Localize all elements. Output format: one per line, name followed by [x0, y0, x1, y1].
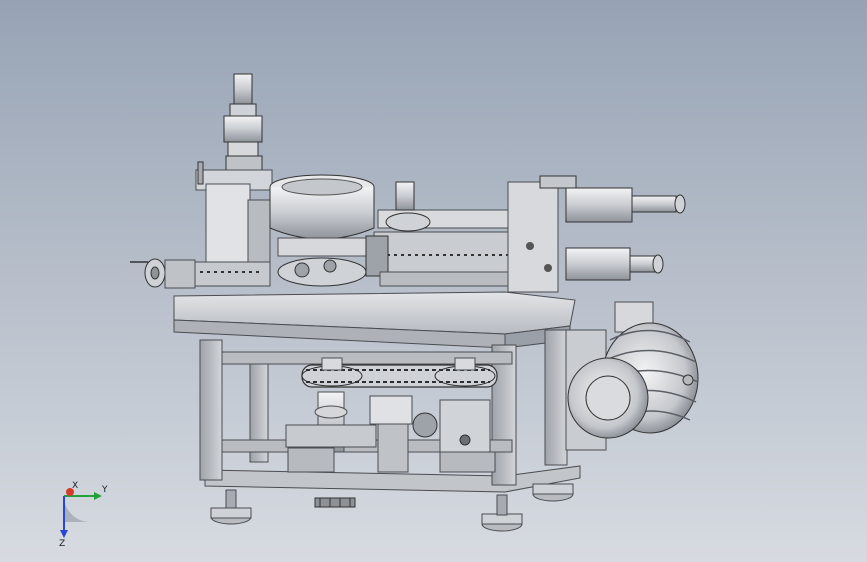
leveling-feet[interactable] [210, 483, 574, 532]
z-axis-arrow [60, 530, 68, 538]
bottom-bolts [314, 497, 356, 508]
z-axis-label: Z [59, 539, 65, 548]
electric-motor[interactable] [565, 301, 699, 451]
x-axis-label: X [72, 481, 78, 491]
orientation-triad: X Y Z [59, 481, 108, 548]
vertical-cylinder-tower[interactable] [189, 73, 273, 287]
y-axis-arrow [94, 492, 102, 500]
table-top[interactable] [173, 291, 576, 349]
lower-mechanism[interactable] [285, 391, 496, 473]
slide-table[interactable] [365, 181, 525, 287]
cad-viewport[interactable]: X Y Z [0, 0, 867, 562]
machine-assembly-model[interactable] [0, 0, 867, 562]
handwheel[interactable] [130, 258, 196, 289]
feeder-bowl[interactable] [269, 174, 375, 287]
y-axis-label: Y [101, 485, 108, 495]
horizontal-cylinders[interactable] [507, 175, 686, 293]
